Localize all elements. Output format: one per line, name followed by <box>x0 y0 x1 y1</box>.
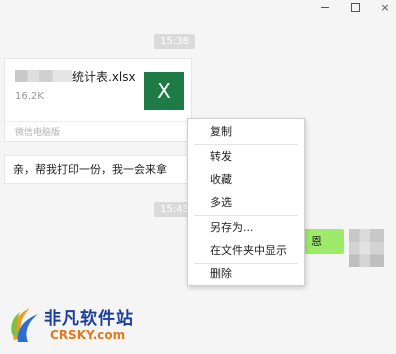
minimize-icon <box>321 6 329 8</box>
maximize-icon <box>350 2 360 12</box>
file-message[interactable]: 统计表.xlsx 16.2K X 微信电脑版 <box>4 58 192 142</box>
close-button[interactable]: × <box>370 0 396 14</box>
file-name: 统计表.xlsx <box>72 70 136 84</box>
menu-item-forward[interactable]: 转发 <box>188 146 304 168</box>
context-menu: 复制 转发 收藏 多选 另存为... 在文件夹中显示 删除 <box>187 118 305 286</box>
close-icon: × <box>380 0 390 14</box>
maximize-button[interactable] <box>340 0 370 14</box>
watermark-logo: 非凡软件站 CRSKY.com <box>6 300 156 350</box>
menu-item-show-in-folder[interactable]: 在文件夹中显示 <box>188 240 304 262</box>
timestamp: 15:38 <box>154 34 195 49</box>
avatar[interactable] <box>349 229 384 267</box>
excel-file-icon: X <box>144 72 184 110</box>
watermark-en: CRSKY.com <box>50 328 126 342</box>
menu-item-delete[interactable]: 删除 <box>188 263 304 285</box>
menu-item-multiselect[interactable]: 多选 <box>188 192 304 214</box>
menu-item-save-as[interactable]: 另存为... <box>188 217 304 239</box>
blurred-filename-prefix <box>15 70 72 82</box>
menu-item-copy[interactable]: 复制 <box>188 121 304 143</box>
menu-separator <box>194 144 298 145</box>
menu-separator <box>194 215 298 216</box>
minimize-button[interactable] <box>310 0 340 14</box>
sent-text-message[interactable]: 恩 <box>304 229 344 254</box>
logo-swoosh-icon <box>11 308 38 342</box>
menu-item-favorite[interactable]: 收藏 <box>188 169 304 191</box>
divider <box>5 121 191 122</box>
watermark-cn: 非凡软件站 <box>44 309 134 329</box>
file-size: 16.2K <box>15 91 44 102</box>
file-source: 微信电脑版 <box>15 128 61 138</box>
received-text-message[interactable]: 亲，帮我打印一份，我一会来拿 <box>4 155 192 184</box>
